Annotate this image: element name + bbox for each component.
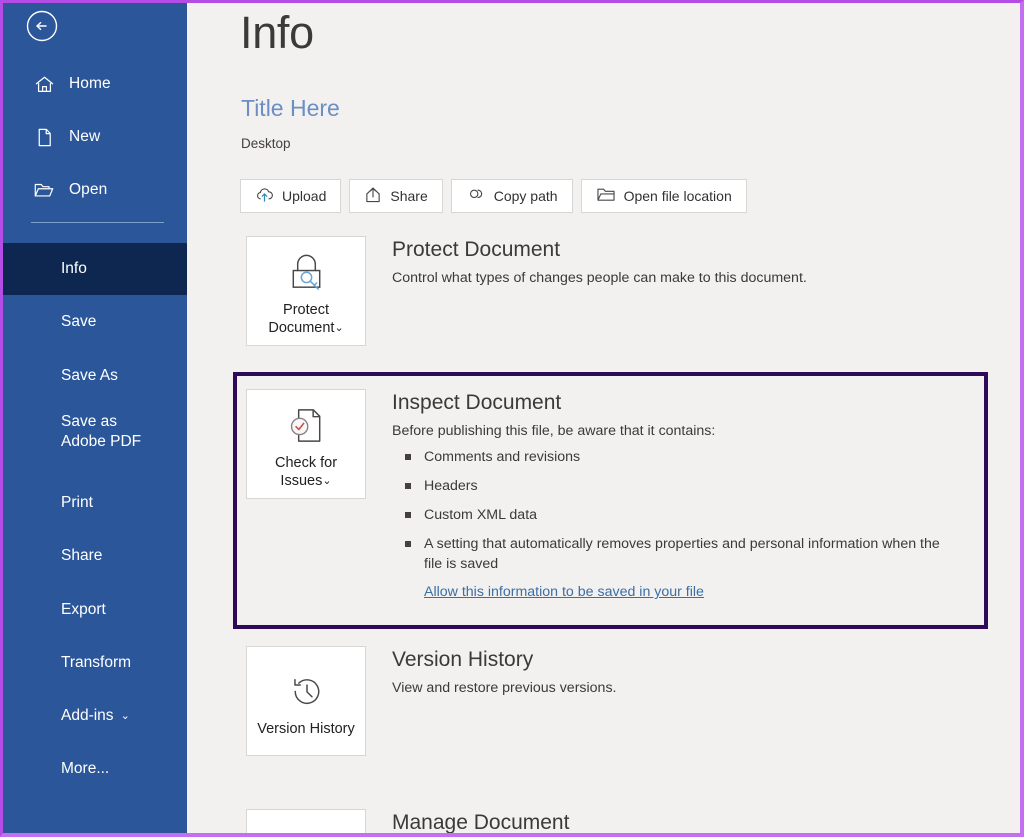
home-icon: [33, 73, 55, 95]
back-arrow-icon: [25, 9, 59, 43]
sidebar-item-save-as[interactable]: Save As: [3, 349, 187, 402]
allow-information-saved-link[interactable]: Allow this information to be saved in yo…: [424, 584, 704, 600]
sidebar-item-label: More...: [61, 759, 109, 779]
copy-path-button[interactable]: Copy path: [451, 179, 573, 213]
sidebar-item-print[interactable]: Print: [3, 476, 187, 529]
tile-label: Version History: [253, 720, 359, 738]
sidebar-item-label: Home: [69, 75, 111, 93]
sidebar-item-open[interactable]: Open: [3, 171, 187, 209]
section-heading: Manage Document: [392, 811, 569, 833]
sidebar-item-more[interactable]: More...: [3, 742, 187, 795]
section-description: Control what types of changes people can…: [392, 268, 807, 289]
sidebar-top-nav: Home New Open: [3, 65, 187, 209]
page-title: Info: [240, 7, 314, 59]
tile-label-text: Version History: [257, 721, 355, 737]
check-for-issues-tile[interactable]: Check for Issues⌄: [246, 389, 366, 499]
link-icon: [466, 186, 486, 206]
section-protect-document: Protect Document⌄ Protect Document Contr…: [246, 236, 807, 346]
list-item: Custom XML data: [392, 505, 952, 525]
sidebar-item-label: Export: [61, 600, 106, 620]
sidebar-item-label: Print: [61, 493, 93, 513]
sidebar-item-label: Save As: [61, 366, 118, 386]
list-item: A setting that automatically removes pro…: [392, 534, 952, 574]
chevron-down-icon: ⌄: [334, 322, 343, 334]
chevron-down-icon: ⌄: [121, 709, 130, 723]
sidebar-item-add-ins[interactable]: Add-ins ⌄: [3, 689, 187, 742]
lock-key-icon: [284, 249, 329, 297]
section-heading: Version History: [392, 648, 617, 671]
file-actions-toolbar: Upload Share: [240, 179, 747, 213]
section-body: Protect Document Control what types of c…: [392, 236, 807, 289]
section-body: Version History View and restore previou…: [392, 646, 617, 699]
sidebar-item-save-as-adobe-pdf[interactable]: Save as Adobe PDF: [3, 402, 187, 476]
upload-button[interactable]: Upload: [240, 179, 341, 213]
inspect-issues-list: Comments and revisions Headers Custom XM…: [392, 447, 952, 575]
section-manage-document: Manage Document: [246, 809, 569, 833]
sidebar-item-share[interactable]: Share: [3, 529, 187, 583]
sidebar-item-new[interactable]: New: [3, 118, 187, 156]
sidebar-item-label: Save: [61, 312, 96, 332]
share-icon: [364, 186, 382, 206]
document-check-icon: [284, 402, 329, 450]
section-version-history: Version History Version History View and…: [246, 646, 617, 756]
document-title: Title Here: [241, 95, 340, 122]
tile-label: Check for Issues⌄: [247, 454, 365, 490]
open-file-location-button[interactable]: Open file location: [581, 179, 747, 213]
sidebar-item-home[interactable]: Home: [3, 65, 187, 103]
manage-document-tile[interactable]: [246, 809, 366, 833]
backstage-sidebar: Home New Open: [3, 3, 187, 833]
sidebar-item-transform[interactable]: Transform: [3, 636, 187, 689]
sidebar-item-label: Save as Adobe PDF: [61, 412, 165, 452]
button-label: Copy path: [494, 188, 558, 204]
sidebar-nav-list: Info Save Save As Save as Adobe PDF Prin…: [3, 243, 187, 795]
document-path: Desktop: [241, 136, 291, 151]
sidebar-item-info[interactable]: Info: [3, 243, 187, 295]
share-button[interactable]: Share: [349, 179, 442, 213]
sidebar-item-label: New: [69, 128, 100, 146]
section-heading: Inspect Document: [392, 391, 952, 414]
sidebar-item-label: Share: [61, 546, 102, 566]
sidebar-item-label: Open: [69, 181, 107, 199]
word-backstage-window: Home New Open: [0, 0, 1024, 837]
open-folder-icon: [33, 179, 55, 201]
backstage-content: Info Title Here Desktop Upload: [187, 3, 1020, 833]
section-description: View and restore previous versions.: [392, 678, 617, 699]
list-item: Comments and revisions: [392, 447, 952, 467]
back-button[interactable]: [25, 9, 59, 43]
sidebar-item-label: Transform: [61, 653, 131, 673]
section-inspect-document: Check for Issues⌄ Inspect Document Befor…: [246, 389, 952, 601]
button-label: Share: [390, 188, 427, 204]
clock-rewind-icon: [284, 668, 329, 716]
sidebar-item-label: Add-ins: [61, 706, 114, 726]
section-body: Inspect Document Before publishing this …: [392, 389, 952, 601]
chevron-down-icon: ⌄: [322, 475, 331, 487]
button-label: Open file location: [624, 188, 732, 204]
version-history-tile[interactable]: Version History: [246, 646, 366, 756]
cloud-upload-icon: [255, 186, 274, 206]
sidebar-item-export[interactable]: Export: [3, 583, 187, 636]
tile-label: Protect Document⌄: [247, 301, 365, 337]
tile-label-text: Protect Document: [268, 302, 334, 336]
list-item: Headers: [392, 476, 952, 496]
new-document-icon: [33, 126, 55, 148]
protect-document-tile[interactable]: Protect Document⌄: [246, 236, 366, 346]
sidebar-item-label: Info: [61, 259, 87, 279]
button-label: Upload: [282, 188, 326, 204]
section-body: Manage Document: [392, 809, 569, 833]
section-description: Before publishing this file, be aware th…: [392, 421, 952, 442]
section-heading: Protect Document: [392, 238, 807, 261]
folder-open-icon: [596, 186, 616, 206]
sidebar-item-save[interactable]: Save: [3, 295, 187, 349]
sidebar-divider: [31, 222, 164, 223]
